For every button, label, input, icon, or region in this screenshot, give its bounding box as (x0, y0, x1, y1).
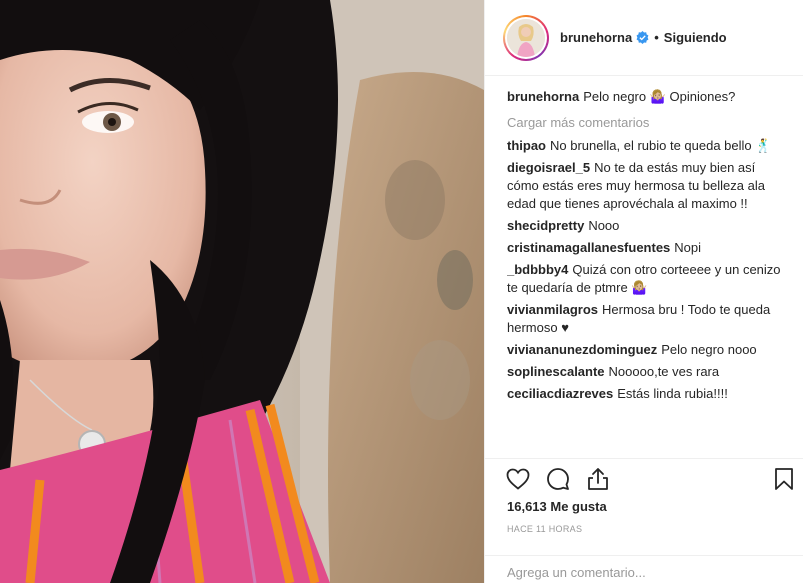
comment-username[interactable]: viviananunezdominguez (507, 342, 657, 357)
comment-item: cristinamagallanesfuentes Nopi (507, 239, 785, 257)
comment-username[interactable]: shecidpretty (507, 218, 584, 233)
comment-input[interactable] (507, 565, 787, 580)
comment-item: viviananunezdominguez Pelo negro nooo (507, 341, 785, 359)
heart-icon[interactable] (505, 466, 531, 492)
comment-text: Nooo (588, 218, 620, 233)
comment-item: _bdbbby4 Quizá con otro corteeee y un cen… (507, 261, 785, 297)
header-separator: • (654, 30, 659, 45)
bookmark-icon[interactable] (771, 466, 797, 492)
post-sidebar: brunehorna • Siguiendo brunehorna Pelo ne… (484, 0, 803, 583)
comment-username[interactable]: diegoisrael_5 (507, 160, 590, 175)
comment-item: soplinescalante Nooooo,te ves rara (507, 363, 785, 381)
comment-icon[interactable] (545, 466, 571, 492)
comment-username[interactable]: _bdbbby4 (507, 262, 568, 277)
caption-text: Pelo negro 🤷🏼‍♀️ Opiniones? (583, 89, 736, 104)
post-caption: brunehorna Pelo negro 🤷🏼‍♀️ Opiniones? (507, 88, 785, 106)
comment-text: No brunella, el rubio te queda bello 🕺 (550, 138, 772, 153)
avatar (507, 18, 545, 57)
post-header: brunehorna • Siguiendo (485, 0, 803, 76)
comment-item: diegoisrael_5 No te da estás muy bien así… (507, 159, 785, 213)
follow-status-button[interactable]: Siguiendo (664, 30, 727, 45)
verified-badge-icon (636, 31, 649, 44)
post-timestamp[interactable]: HACE 11 HORAS (507, 524, 582, 534)
instagram-post-modal: brunehorna • Siguiendo brunehorna Pelo ne… (0, 0, 803, 583)
comment-item: ceciliacdiazreves Estás linda rubia!!!! (507, 385, 785, 403)
likes-count[interactable]: 16,613 Me gusta (507, 499, 607, 514)
comment-username[interactable]: ceciliacdiazreves (507, 386, 613, 401)
share-icon[interactable] (585, 466, 611, 492)
comment-username[interactable]: vivianmilagros (507, 302, 598, 317)
comments-list[interactable]: brunehorna Pelo negro 🤷🏼‍♀️ Opiniones? Ca… (507, 88, 785, 458)
comment-item: shecidpretty Nooo (507, 217, 785, 235)
comment-text: Pelo negro nooo (661, 342, 757, 357)
comment-text: Nopi (674, 240, 702, 255)
comment-item: vivianmilagros Hermosa bru ! Todo te qued… (507, 301, 785, 337)
header-username[interactable]: brunehorna (560, 30, 632, 45)
load-more-comments-button[interactable]: Cargar más comentarios (507, 115, 785, 130)
comment-text: Estás linda rubia!!!! (617, 386, 728, 401)
comment-username[interactable]: cristinamagallanesfuentes (507, 240, 670, 255)
comment-text: Nooooo,te ves rara (608, 364, 720, 379)
selfie-image (0, 0, 484, 583)
avatar-story-ring[interactable] (503, 14, 549, 61)
action-bar (485, 458, 803, 498)
add-comment-box (485, 555, 803, 583)
post-photo[interactable] (0, 0, 484, 583)
comment-username[interactable]: thipao (507, 138, 546, 153)
caption-username[interactable]: brunehorna (507, 89, 579, 104)
comment-username[interactable]: soplinescalante (507, 364, 605, 379)
comment-item: thipao No brunella, el rubio te queda bel… (507, 137, 785, 155)
